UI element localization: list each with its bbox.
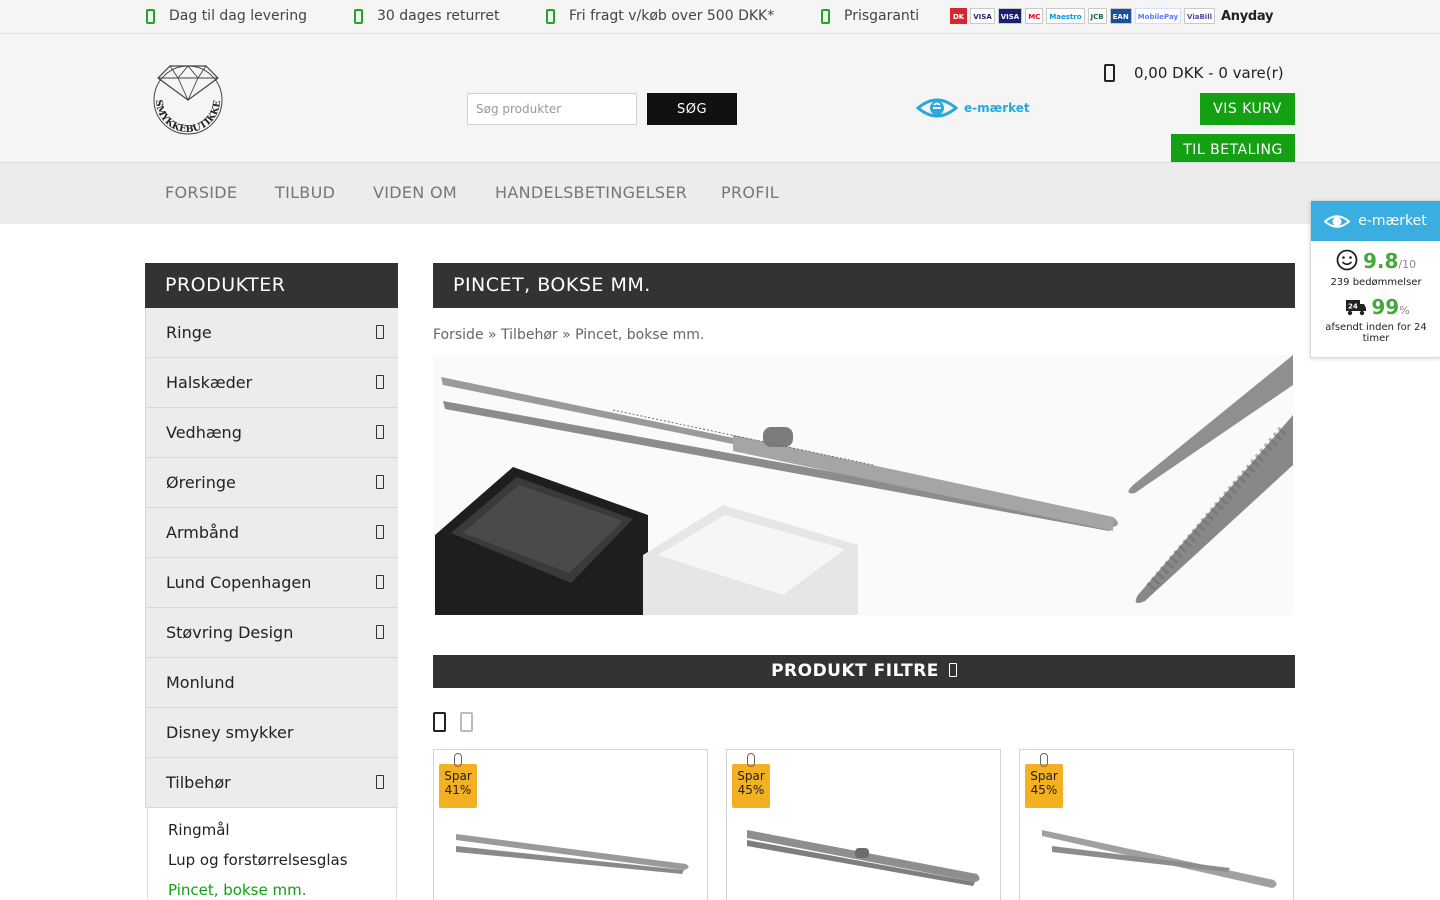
payment-methods: DK VISA VISA MC Maestro JCB EAN MobilePa… bbox=[950, 8, 1273, 24]
product-image bbox=[456, 834, 689, 874]
maestro-logo: Maestro bbox=[1046, 8, 1085, 24]
visa-logo: VISA bbox=[970, 8, 995, 24]
cart-summary[interactable]: 0,00 DKK - 0 vare(r) bbox=[1104, 64, 1284, 82]
sidebar-item-tilbehoer[interactable]: Tilbehør bbox=[145, 758, 398, 808]
widget-shipping: 24 99% bbox=[1311, 295, 1440, 319]
widget-shipping-label: afsendt inden for 24 timer bbox=[1325, 322, 1427, 344]
usp-delivery: Dag til dag levering bbox=[146, 8, 307, 24]
sidebar-item-oereringe[interactable]: Øreringe bbox=[145, 458, 398, 508]
eye-icon bbox=[1324, 214, 1351, 228]
tag-hole-icon bbox=[747, 753, 755, 767]
chevron-down-icon[interactable] bbox=[376, 325, 384, 339]
visa-electron-logo: VISA bbox=[997, 8, 1023, 24]
chevron-down-icon[interactable] bbox=[376, 525, 384, 539]
chevron-up-icon[interactable] bbox=[376, 775, 384, 789]
sidebar-item-vedhaeng[interactable]: Vedhæng bbox=[145, 408, 398, 458]
breadcrumb-current: Pincet, bokse mm. bbox=[575, 327, 705, 343]
discount-badge: Spar 45% bbox=[1025, 750, 1063, 808]
nav-handelsbetingelser[interactable]: HANDELSBETINGELSER bbox=[495, 183, 687, 202]
sidebar-title: PRODUKTER bbox=[145, 263, 398, 308]
product-card[interactable]: Spar 41% bbox=[433, 749, 708, 900]
discount-badge: Spar 41% bbox=[439, 750, 477, 808]
widget-rating: 9.8/10 bbox=[1311, 249, 1440, 273]
nav-viden-om[interactable]: VIDEN OM bbox=[373, 183, 457, 202]
nav-profil[interactable]: PROFIL bbox=[721, 183, 779, 202]
nav-forside[interactable]: FORSIDE bbox=[165, 183, 237, 202]
chevron-down-icon[interactable] bbox=[376, 575, 384, 589]
jcb-logo: JCB bbox=[1087, 8, 1107, 24]
viabill-logo: ViaBill bbox=[1184, 8, 1215, 24]
breadcrumb-forside[interactable]: Forside bbox=[433, 327, 484, 343]
smiley-icon bbox=[1336, 249, 1358, 271]
subitem-ringmaal[interactable]: Ringmål bbox=[168, 821, 230, 839]
cart-icon bbox=[1104, 64, 1115, 82]
main-nav: FORSIDE TILBUD VIDEN OM HANDELSBETINGELS… bbox=[0, 162, 1440, 224]
sidebar-subitems: Ringmål Lup og forstørrelsesglas Pincet,… bbox=[147, 808, 397, 900]
usp-free-shipping: Fri fragt v/køb over 500 DKK* bbox=[546, 8, 774, 24]
shipping-icon bbox=[546, 8, 555, 24]
sidebar-item-armbaand[interactable]: Armbånd bbox=[145, 508, 398, 558]
sidebar-item-stoevring-design[interactable]: Støvring Design bbox=[145, 608, 398, 658]
mobilepay-logo: MobilePay bbox=[1134, 8, 1182, 24]
sidebar-item-disney-smykker[interactable]: Disney smykker bbox=[145, 708, 398, 758]
mastercard-logo: MC bbox=[1025, 8, 1044, 24]
product-filter-toggle[interactable]: PRODUKT FILTRE bbox=[433, 655, 1295, 688]
emaerket-badge[interactable]: e-mærket bbox=[916, 93, 1040, 123]
header: SMYKKEBUTIKKEN.COM SØG e-mærket 0,00 DKK… bbox=[0, 34, 1440, 166]
price-icon bbox=[821, 8, 830, 24]
truck-icon bbox=[146, 8, 155, 24]
site-logo[interactable]: SMYKKEBUTIKKEN.COM bbox=[148, 56, 228, 138]
product-image bbox=[1042, 830, 1277, 888]
breadcrumb-separator: » bbox=[488, 327, 497, 343]
eye-icon bbox=[916, 98, 958, 118]
return-icon bbox=[354, 8, 363, 24]
category-banner-image bbox=[433, 355, 1293, 615]
subitem-pincet-active[interactable]: Pincet, bokse mm. bbox=[168, 881, 306, 899]
sidebar-item-ringe[interactable]: Ringe bbox=[145, 308, 398, 358]
anyday-logo: Anyday bbox=[1221, 8, 1274, 24]
search-input[interactable] bbox=[467, 93, 637, 125]
subitem-lup[interactable]: Lup og forstørrelsesglas bbox=[168, 851, 348, 869]
tag-hole-icon bbox=[1040, 753, 1048, 767]
usp-price-guarantee: Prisgaranti bbox=[821, 8, 919, 24]
usp-returns: 30 dages returret bbox=[354, 8, 499, 24]
breadcrumb-separator: » bbox=[562, 327, 571, 343]
sidebar-item-monlund[interactable]: Monlund bbox=[145, 658, 398, 708]
svg-text:24: 24 bbox=[1348, 303, 1358, 311]
product-image bbox=[747, 830, 980, 886]
dankort-logo: DK bbox=[950, 8, 968, 24]
chevron-down-icon bbox=[948, 663, 957, 677]
top-bar: Dag til dag levering 30 dages returret F… bbox=[0, 0, 1440, 34]
chevron-down-icon[interactable] bbox=[376, 475, 384, 489]
widget-reviews: 239 bedømmelser bbox=[1330, 277, 1422, 288]
page-title: PINCET, BOKSE MM. bbox=[433, 263, 1295, 308]
chevron-down-icon[interactable] bbox=[376, 375, 384, 389]
view-cart-button[interactable]: VIS KURV bbox=[1200, 93, 1295, 125]
sidebar-item-halskaeder[interactable]: Halskæder bbox=[145, 358, 398, 408]
list-view-icon[interactable] bbox=[460, 712, 473, 732]
breadcrumb: Forside » Tilbehør » Pincet, bokse mm. bbox=[433, 327, 704, 343]
widget-header: e-mærket bbox=[1311, 201, 1440, 241]
nav-tilbud[interactable]: TILBUD bbox=[275, 183, 335, 202]
discount-badge: Spar 45% bbox=[732, 750, 770, 808]
search-button[interactable]: SØG bbox=[647, 93, 737, 125]
product-card[interactable]: Spar 45% bbox=[726, 749, 1001, 900]
chevron-down-icon[interactable] bbox=[376, 425, 384, 439]
ean-logo: EAN bbox=[1109, 8, 1132, 24]
sidebar-item-lund-copenhagen[interactable]: Lund Copenhagen bbox=[145, 558, 398, 608]
grid-view-icon[interactable] bbox=[433, 712, 446, 732]
truck-icon: 24 bbox=[1346, 300, 1367, 316]
product-card[interactable]: Spar 45% bbox=[1019, 749, 1294, 900]
breadcrumb-tilbehoer[interactable]: Tilbehør bbox=[501, 327, 558, 343]
emaerket-widget[interactable]: e-mærket 9.8/10 239 bedømmelser 24 99% a… bbox=[1310, 200, 1440, 358]
chevron-down-icon[interactable] bbox=[376, 625, 384, 639]
tag-hole-icon bbox=[454, 753, 462, 767]
